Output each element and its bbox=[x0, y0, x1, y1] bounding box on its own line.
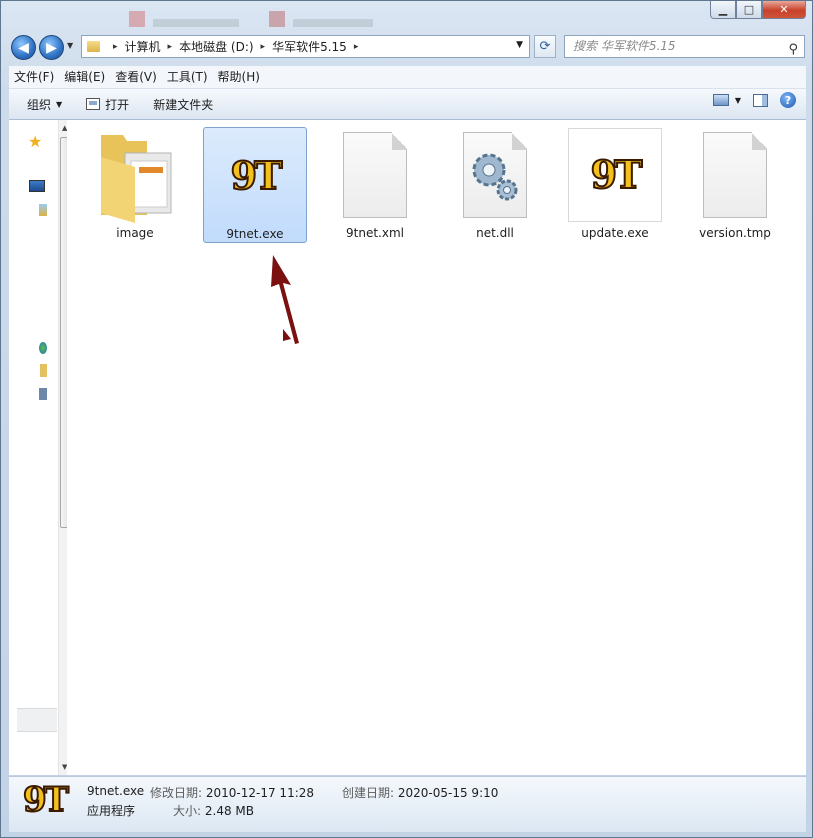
menu-tools[interactable]: 工具(T) bbox=[162, 66, 213, 88]
breadcrumb-computer[interactable]: 计算机 bbox=[125, 38, 161, 55]
search-icon[interactable]: ⚲ bbox=[788, 39, 798, 60]
menu-bar: 文件(F) 编辑(E) 查看(V) 工具(T) 帮助(H) bbox=[9, 66, 806, 89]
file-item-9tnet-xml[interactable]: 9tnet.xml bbox=[323, 127, 427, 243]
address-bar[interactable]: ▸ 计算机 ▸ 本地磁盘 (D:) ▸ 华军软件5.15 ▸ ▼ bbox=[81, 35, 530, 58]
file-item-image[interactable]: image bbox=[83, 127, 187, 243]
file-item-9tnet-exe[interactable]: 9T 9tnet.exe bbox=[203, 127, 307, 243]
breadcrumb-current-folder[interactable]: 华军软件5.15 bbox=[272, 38, 347, 55]
file-item-version-tmp[interactable]: version.tmp bbox=[683, 127, 787, 243]
breadcrumb-drive-d[interactable]: 本地磁盘 (D:) bbox=[179, 38, 253, 55]
preview-pane-icon[interactable] bbox=[753, 93, 768, 107]
title-bar[interactable]: ▁ □ ✕ bbox=[1, 1, 812, 31]
file-name: 9tnet.xml bbox=[346, 226, 404, 240]
file-item-net-dll[interactable]: net.dll bbox=[443, 127, 547, 243]
open-button[interactable]: 打开 bbox=[78, 92, 137, 116]
back-arrow-icon: ◀ bbox=[18, 39, 29, 56]
recent-pages-dropdown[interactable]: ▼ bbox=[67, 41, 73, 50]
new-folder-button[interactable]: 新建文件夹 bbox=[145, 92, 221, 116]
details-pane: 9T 9tnet.exe 应用程序 修改日期: 2010-12-17 11:28… bbox=[9, 776, 806, 832]
file-name: update.exe bbox=[581, 226, 649, 240]
view-options-dropdown[interactable]: ▼ bbox=[735, 96, 741, 105]
new-folder-label: 新建文件夹 bbox=[153, 97, 214, 112]
desktop-icon[interactable] bbox=[29, 180, 45, 192]
change-view-icon[interactable] bbox=[712, 94, 729, 106]
forward-arrow-icon: ▶ bbox=[46, 39, 57, 56]
file-name: net.dll bbox=[476, 226, 514, 240]
size-value: 2.48 MB bbox=[204, 804, 254, 818]
chevron-down-icon: ▼ bbox=[56, 99, 63, 109]
detail-size: 大小: 2.48 MB bbox=[173, 802, 254, 819]
app-icon-text: 9T bbox=[230, 153, 284, 198]
background-window-ghost bbox=[269, 11, 389, 31]
menu-view[interactable]: 查看(V) bbox=[110, 66, 162, 88]
homegroup-icon[interactable] bbox=[39, 342, 47, 354]
refresh-button[interactable]: ⟳ bbox=[534, 35, 556, 58]
file-name: version.tmp bbox=[699, 226, 771, 240]
search-placeholder: 搜索 华军软件5.15 bbox=[573, 39, 676, 53]
refresh-icon: ⟳ bbox=[539, 39, 551, 54]
chevron-right-icon[interactable]: ▸ bbox=[168, 42, 173, 52]
open-label: 打开 bbox=[105, 97, 130, 112]
address-dropdown[interactable]: ▼ bbox=[516, 40, 523, 50]
open-window-icon bbox=[86, 98, 101, 110]
dll-gear-icon bbox=[447, 127, 543, 223]
detail-modified: 修改日期: 2010-12-17 11:28 bbox=[150, 784, 314, 801]
size-label: 大小: bbox=[173, 804, 202, 818]
organize-label: 组织 bbox=[27, 97, 52, 112]
nav-pane-divider bbox=[17, 708, 57, 732]
favorites-star-icon[interactable]: ★ bbox=[28, 132, 42, 151]
file-view: image 9T 9tnet.exe 9tnet.xml net.dll 9T … bbox=[67, 120, 806, 775]
created-label: 创建日期: bbox=[342, 786, 395, 800]
search-input[interactable]: 搜索 华军软件5.15 ⚲ bbox=[564, 35, 805, 58]
detail-filename: 9tnet.exe bbox=[87, 784, 145, 798]
navigation-row: ◀ ▶ ▼ ▸ 计算机 ▸ 本地磁盘 (D:) ▸ 华军软件5.15 ▸ ▼ ⟳… bbox=[1, 33, 812, 61]
selected-file-icon: 9T bbox=[22, 780, 70, 820]
library-icon[interactable] bbox=[39, 204, 47, 216]
organize-button[interactable]: 组织 ▼ bbox=[19, 92, 70, 116]
created-value: 2020-05-15 9:10 bbox=[397, 786, 499, 800]
chevron-right-icon[interactable]: ▸ bbox=[261, 42, 266, 52]
file-name: 9tnet.exe bbox=[226, 227, 284, 241]
forward-button[interactable]: ▶ bbox=[39, 35, 64, 60]
close-button[interactable]: ✕ bbox=[762, 1, 806, 19]
chevron-right-icon[interactable]: ▸ bbox=[354, 42, 359, 52]
modified-label: 修改日期: bbox=[150, 786, 203, 800]
menu-help[interactable]: 帮助(H) bbox=[213, 66, 265, 88]
app-9t-icon: 9T bbox=[567, 127, 663, 223]
menu-edit[interactable]: 编辑(E) bbox=[59, 66, 110, 88]
maximize-button[interactable]: □ bbox=[736, 1, 762, 19]
app-icon-text: 9T bbox=[22, 780, 70, 820]
detail-filetype: 应用程序 bbox=[87, 804, 136, 818]
explorer-window: ▁ □ ✕ ◀ ▶ ▼ ▸ 计算机 ▸ 本地磁盘 (D:) ▸ 华军软件5.15… bbox=[0, 0, 813, 838]
file-name: image bbox=[116, 226, 154, 240]
folder-icon bbox=[87, 127, 183, 223]
toolbar-right-group: ▼ ? bbox=[712, 92, 796, 108]
window-controls: ▁ □ ✕ bbox=[710, 1, 806, 19]
background-window-ghost bbox=[129, 11, 249, 31]
back-button[interactable]: ◀ bbox=[11, 35, 36, 60]
computer-folder-icon[interactable] bbox=[40, 364, 47, 377]
detail-created: 创建日期: 2020-05-15 9:10 bbox=[342, 784, 498, 801]
network-icon[interactable] bbox=[39, 388, 47, 400]
command-bar: 组织 ▼ 打开 新建文件夹 ▼ ? bbox=[9, 89, 806, 120]
navigation-pane: ★ ▲ ▼ bbox=[9, 120, 73, 775]
menu-file[interactable]: 文件(F) bbox=[9, 66, 59, 88]
file-item-update-exe[interactable]: 9T update.exe bbox=[563, 127, 667, 243]
folder-icon bbox=[87, 41, 100, 52]
app-9t-icon: 9T bbox=[207, 128, 303, 224]
minimize-button[interactable]: ▁ bbox=[710, 1, 736, 19]
help-icon[interactable]: ? bbox=[780, 92, 796, 108]
app-icon-text: 9T bbox=[590, 152, 644, 197]
modified-value: 2010-12-17 11:28 bbox=[205, 786, 315, 800]
chevron-right-icon[interactable]: ▸ bbox=[113, 42, 118, 52]
red-arrow-annotation bbox=[271, 255, 299, 344]
document-icon bbox=[687, 127, 783, 223]
document-icon bbox=[327, 127, 423, 223]
